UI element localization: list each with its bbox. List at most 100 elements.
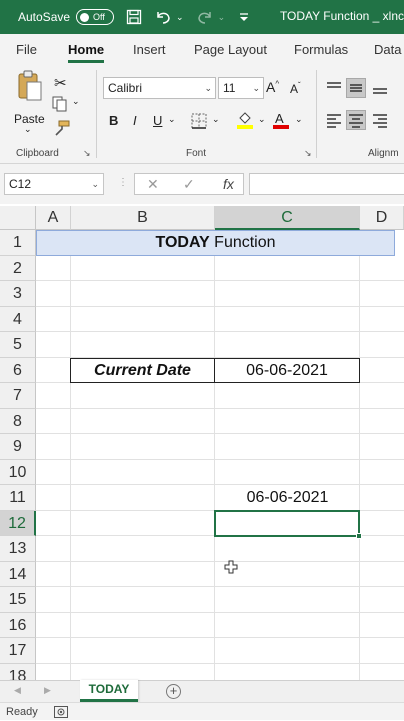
row-header-17[interactable]: 17 — [0, 638, 36, 664]
row-header-2[interactable]: 2 — [0, 255, 36, 281]
row-header-14[interactable]: 14 — [0, 561, 36, 587]
tab-page-layout[interactable]: Page Layout — [194, 42, 267, 57]
more-options-icon[interactable]: ⋮ — [118, 177, 128, 188]
gridline — [36, 586, 404, 587]
row-header-5[interactable]: 5 — [0, 332, 36, 358]
formula-bar: C12 ⌄ ⋮ ✕ ✓ fx — [0, 164, 404, 204]
gridline — [36, 331, 404, 332]
macro-record-icon[interactable] — [54, 706, 68, 721]
row-header-6[interactable]: 6 — [0, 357, 36, 383]
decrease-font-size-button[interactable]: Aˇ — [290, 81, 301, 96]
insert-function-icon[interactable]: fx — [223, 176, 234, 192]
row-header-9[interactable]: 9 — [0, 434, 36, 460]
title-cell[interactable]: TODAY Function — [36, 230, 395, 256]
tab-home[interactable]: Home — [68, 42, 105, 63]
add-sheet-icon[interactable]: + — [166, 684, 181, 699]
increase-font-size-button[interactable]: A^ — [266, 79, 279, 95]
enter-icon[interactable]: ✓ — [183, 176, 195, 193]
cancel-icon[interactable]: ✕ — [147, 176, 159, 193]
clipboard-launcher-icon[interactable]: ↘ — [83, 148, 91, 159]
chevron-down-icon: ⌄ — [91, 179, 99, 189]
row-header-12[interactable]: 12 — [0, 510, 36, 536]
sheet-prev-icon[interactable]: ◀ — [14, 685, 21, 696]
row-header-18[interactable]: 18 — [0, 663, 36, 680]
sheet-tab-today[interactable]: TODAY — [80, 680, 138, 702]
paste-button[interactable]: Paste ⌄ — [12, 70, 46, 134]
autosave-toggle[interactable]: Off — [76, 9, 115, 25]
align-right-button[interactable] — [370, 110, 390, 130]
save-icon[interactable] — [126, 9, 142, 25]
font-color-dropdown-icon[interactable]: ⌄ — [295, 114, 303, 125]
align-bottom-button[interactable] — [370, 78, 390, 98]
font-color-icon[interactable]: A — [272, 110, 290, 133]
status-text: Ready — [6, 706, 38, 718]
copy-dropdown-icon[interactable]: ⌄ — [72, 96, 80, 107]
borders-dropdown-icon[interactable]: ⌄ — [212, 114, 220, 125]
active-cell-c12[interactable] — [214, 510, 362, 539]
font-size-value: 11 — [223, 81, 236, 95]
gridline — [70, 230, 71, 680]
svg-text:A: A — [275, 111, 284, 126]
font-launcher-icon[interactable]: ↘ — [304, 148, 312, 159]
row-header-8[interactable]: 8 — [0, 408, 36, 434]
redo-dropdown-icon[interactable]: ⌄ — [218, 12, 226, 23]
row-header-10[interactable]: 10 — [0, 459, 36, 485]
customize-toolbar-icon[interactable] — [239, 12, 249, 22]
row-header-11[interactable]: 11 — [0, 485, 36, 511]
underline-button[interactable]: U — [153, 113, 162, 128]
align-middle-button[interactable] — [346, 78, 366, 98]
formula-input[interactable] — [249, 173, 404, 195]
undo-icon[interactable] — [154, 9, 172, 25]
underline-dropdown-icon[interactable]: ⌄ — [168, 114, 176, 125]
select-all-corner[interactable] — [0, 206, 36, 230]
align-center-button[interactable] — [346, 110, 366, 130]
current-date-label-cell[interactable]: Current Date — [70, 357, 215, 383]
paste-icon — [16, 70, 44, 105]
italic-button[interactable]: I — [133, 113, 137, 128]
cell-c11[interactable]: 06-06-2021 — [215, 485, 360, 511]
current-date-value-cell[interactable]: 06-06-2021 — [214, 357, 360, 383]
column-header-a[interactable]: A — [36, 206, 71, 230]
name-box[interactable]: C12 ⌄ — [4, 173, 104, 195]
document-title: TODAY Function _ xlnc — [279, 9, 404, 23]
redo-icon[interactable] — [196, 9, 214, 25]
row-header-15[interactable]: 15 — [0, 587, 36, 613]
tab-formulas[interactable]: Formulas — [294, 42, 348, 57]
undo-dropdown-icon[interactable]: ⌄ — [176, 12, 184, 23]
copy-icon[interactable] — [52, 96, 70, 115]
tab-data[interactable]: Data — [374, 42, 401, 57]
row-header-4[interactable]: 4 — [0, 306, 36, 332]
gridline — [36, 637, 404, 638]
column-header-c[interactable]: C — [215, 206, 360, 230]
column-header-b[interactable]: B — [71, 206, 215, 230]
font-size-select[interactable]: 11 ⌄ — [218, 77, 264, 99]
fill-color-dropdown-icon[interactable]: ⌄ — [258, 114, 266, 125]
row-header-7[interactable]: 7 — [0, 383, 36, 409]
row-header-1[interactable]: 1 — [0, 230, 36, 256]
gridline — [36, 433, 404, 434]
cut-icon[interactable]: ✂ — [54, 74, 67, 92]
row-header-3[interactable]: 3 — [0, 281, 36, 307]
bold-button[interactable]: B — [109, 113, 118, 128]
font-name-select[interactable]: Calibri ⌄ — [103, 77, 216, 99]
sheet-next-icon[interactable]: ▶ — [44, 685, 51, 696]
status-bar: Ready — [0, 702, 404, 720]
gridline — [36, 611, 404, 613]
borders-icon[interactable] — [190, 112, 208, 133]
sheet-tab-bar: ◀ ▶ TODAY + — [0, 680, 404, 702]
fill-handle[interactable] — [356, 533, 362, 539]
spreadsheet-grid[interactable]: A B C D 1 2 3 4 5 6 7 8 9 10 11 12 13 14… — [0, 206, 404, 680]
fill-color-icon[interactable] — [236, 110, 254, 133]
tab-insert[interactable]: Insert — [133, 42, 166, 57]
gridline — [36, 560, 404, 562]
row-header-16[interactable]: 16 — [0, 612, 36, 638]
title-cell-bold: TODAY — [155, 234, 210, 251]
chevron-down-icon: ⌄ — [204, 83, 212, 93]
gridline — [36, 662, 404, 664]
align-left-button[interactable] — [324, 110, 344, 130]
row-header-13[interactable]: 13 — [0, 536, 36, 562]
format-painter-icon[interactable] — [52, 120, 70, 139]
tab-file[interactable]: File — [16, 42, 37, 57]
align-top-button[interactable] — [324, 78, 344, 98]
column-header-d[interactable]: D — [360, 206, 404, 230]
